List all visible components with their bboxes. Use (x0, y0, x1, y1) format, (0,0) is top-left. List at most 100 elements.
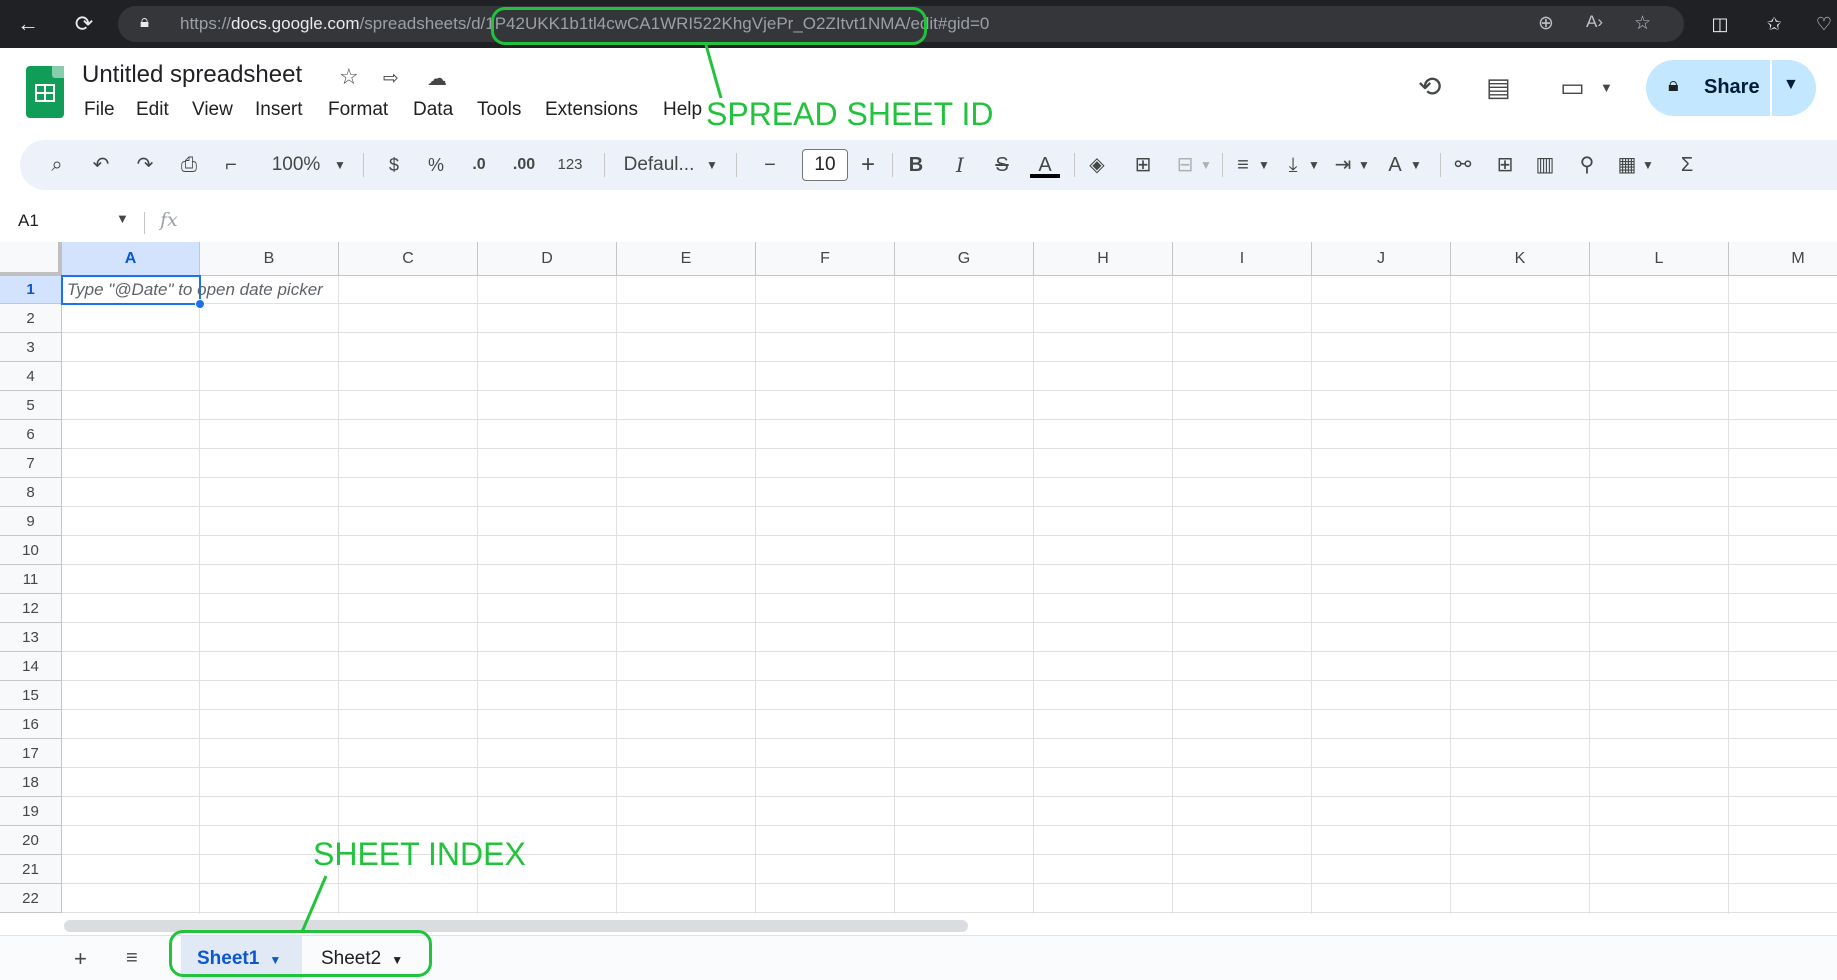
strikethrough-icon[interactable]: S (988, 140, 1016, 190)
row-header-4[interactable]: 4 (0, 362, 62, 391)
vertical-align-dropdown-icon[interactable]: ▼ (1306, 140, 1322, 190)
column-header-d[interactable]: D (478, 242, 617, 276)
functions-icon[interactable]: Σ (1674, 140, 1700, 190)
star-icon[interactable]: ☆ (339, 64, 359, 90)
filter-views-icon[interactable]: ▦ (1612, 140, 1642, 190)
row-header-9[interactable]: 9 (0, 507, 62, 536)
row-header-8[interactable]: 8 (0, 478, 62, 507)
filter-views-dropdown-icon[interactable]: ▼ (1640, 140, 1656, 190)
insert-comment-icon[interactable]: ⊞ (1490, 140, 1520, 190)
insert-chart-icon[interactable]: ▥ (1530, 140, 1560, 190)
horizontal-align-icon[interactable]: ≡ (1230, 140, 1256, 190)
column-header-l[interactable]: L (1590, 242, 1729, 276)
fill-color-icon[interactable]: ◈ (1082, 140, 1112, 190)
row-header-18[interactable]: 18 (0, 768, 62, 797)
font-size-input[interactable]: 10 (802, 149, 848, 181)
row-header-13[interactable]: 13 (0, 623, 62, 652)
increase-font-size-icon[interactable]: + (856, 140, 880, 190)
column-header-i[interactable]: I (1173, 242, 1312, 276)
share-dropdown-icon[interactable]: ▼ (1783, 76, 1799, 94)
print-icon[interactable]: ⎙ (174, 140, 204, 190)
italic-button[interactable]: I (946, 140, 974, 190)
row-header-10[interactable]: 10 (0, 536, 62, 565)
more-formats-button[interactable]: 123 (554, 140, 586, 190)
row-header-1[interactable]: 1 (0, 276, 62, 304)
zoom-dropdown-icon[interactable]: ▼ (332, 140, 348, 190)
row-header-3[interactable]: 3 (0, 333, 62, 362)
bold-button[interactable]: B (902, 140, 930, 190)
row-header-17[interactable]: 17 (0, 739, 62, 768)
currency-format-button[interactable]: $ (383, 140, 405, 190)
lock-icon[interactable]: 🔒︎ (140, 12, 149, 32)
split-screen-icon[interactable]: ◫ (1704, 8, 1736, 40)
meet-icon[interactable]: ▭ (1560, 72, 1585, 103)
row-header-2[interactable]: 2 (0, 304, 62, 333)
spreadsheet-grid[interactable]: A B C D E F G H I J K L M 1 2 3 4 5 6 7 8 9 10 11 12 13 14 15 16 17 18… (0, 242, 1837, 914)
filter-icon[interactable]: ⚲ (1572, 140, 1602, 190)
column-header-c[interactable]: C (339, 242, 478, 276)
text-rotation-dropdown-icon[interactable]: ▼ (1408, 140, 1424, 190)
paint-format-icon[interactable]: ⌐ (216, 140, 246, 190)
row-header-14[interactable]: 14 (0, 652, 62, 681)
back-icon[interactable]: ← (12, 8, 44, 40)
menu-edit[interactable]: Edit (136, 99, 169, 121)
increase-decimal-button[interactable]: .00 (506, 140, 542, 190)
meet-dropdown-icon[interactable]: ▼ (1600, 80, 1613, 95)
row-header-7[interactable]: 7 (0, 449, 62, 478)
column-header-g[interactable]: G (895, 242, 1034, 276)
row-header-21[interactable]: 21 (0, 855, 62, 884)
menu-data[interactable]: Data (413, 99, 453, 121)
column-header-m[interactable]: M (1729, 242, 1837, 276)
name-box[interactable]: A1 (18, 211, 39, 231)
undo-icon[interactable]: ↶ (86, 140, 116, 190)
percent-format-button[interactable]: % (425, 140, 447, 190)
borders-icon[interactable]: ⊞ (1128, 140, 1158, 190)
decrease-font-size-icon[interactable]: − (758, 140, 782, 190)
text-rotation-icon[interactable]: A (1382, 140, 1408, 190)
sheets-logo[interactable] (26, 66, 64, 118)
menu-insert[interactable]: Insert (255, 99, 303, 121)
column-header-h[interactable]: H (1034, 242, 1173, 276)
search-menus-icon[interactable]: ⌕ (42, 140, 72, 190)
move-folder-icon[interactable]: ⇨ (383, 67, 399, 90)
menu-tools[interactable]: Tools (477, 99, 521, 121)
extensions-icon[interactable]: ♡ (1808, 8, 1837, 40)
add-sheet-icon[interactable]: + (74, 946, 87, 972)
zoom-icon[interactable]: ⊕ (1538, 12, 1554, 35)
column-header-k[interactable]: K (1451, 242, 1590, 276)
column-header-e[interactable]: E (617, 242, 756, 276)
row-header-6[interactable]: 6 (0, 420, 62, 449)
document-title[interactable]: Untitled spreadsheet (82, 61, 302, 89)
share-button[interactable]: 🔒︎ Share ▼ (1646, 60, 1816, 116)
horizontal-align-dropdown-icon[interactable]: ▼ (1256, 140, 1272, 190)
comments-icon[interactable]: ▤ (1486, 72, 1511, 103)
vertical-align-icon[interactable]: ⤓ (1280, 140, 1306, 190)
merge-dropdown-icon[interactable]: ▼ (1198, 140, 1214, 190)
row-header-20[interactable]: 20 (0, 826, 62, 855)
decrease-decimal-button[interactable]: .0 (464, 140, 494, 190)
row-header-22[interactable]: 22 (0, 884, 62, 913)
redo-icon[interactable]: ↷ (130, 140, 160, 190)
all-sheets-icon[interactable]: ≡ (126, 947, 138, 970)
merge-cells-icon[interactable]: ⊟ (1172, 140, 1198, 190)
row-header-19[interactable]: 19 (0, 797, 62, 826)
select-all-corner[interactable] (0, 242, 62, 276)
menu-help[interactable]: Help (663, 99, 702, 121)
read-aloud-icon[interactable]: A› (1586, 12, 1603, 32)
row-header-15[interactable]: 15 (0, 681, 62, 710)
row-header-5[interactable]: 5 (0, 391, 62, 420)
column-header-f[interactable]: F (756, 242, 895, 276)
fill-handle[interactable] (195, 299, 205, 309)
row-header-16[interactable]: 16 (0, 710, 62, 739)
font-select[interactable]: Defaul... (614, 140, 704, 190)
insert-link-icon[interactable]: ⚯ (1448, 140, 1478, 190)
cloud-status-icon[interactable]: ☁ (427, 66, 447, 91)
row-header-12[interactable]: 12 (0, 594, 62, 623)
reload-icon[interactable]: ⟳ (68, 8, 100, 40)
column-header-a[interactable]: A (62, 242, 200, 276)
menu-file[interactable]: File (84, 99, 115, 121)
favorites-icon[interactable]: ✩ (1758, 8, 1790, 40)
text-wrapping-icon[interactable]: ⇥ (1330, 140, 1356, 190)
font-dropdown-icon[interactable]: ▼ (704, 140, 720, 190)
favorite-icon[interactable]: ☆ (1634, 12, 1651, 35)
